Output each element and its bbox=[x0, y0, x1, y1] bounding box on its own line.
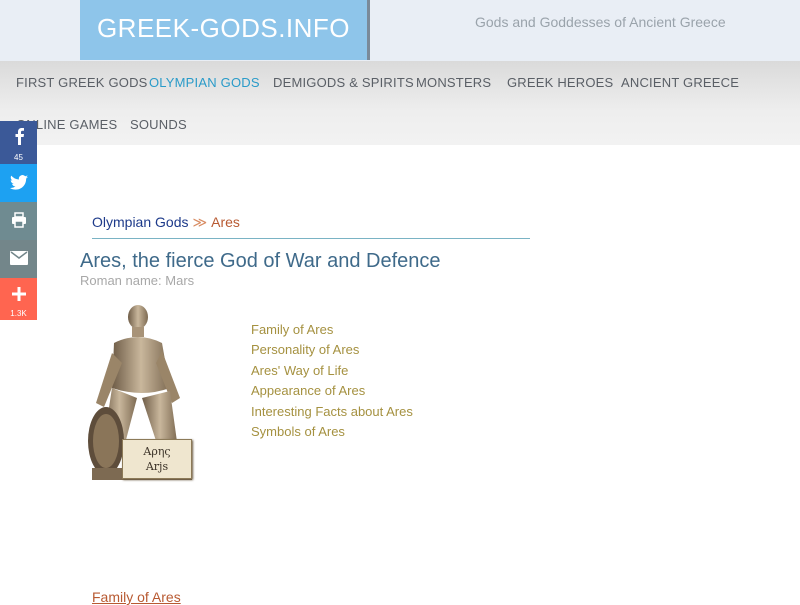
main-nav: FIRST GREEK GODS OLYMPIAN GODS DEMIGODS … bbox=[0, 61, 800, 145]
printer-icon bbox=[0, 212, 37, 233]
print-button[interactable] bbox=[0, 202, 37, 240]
page-title: Ares, the fierce God of War and Defence bbox=[80, 250, 441, 272]
statue-inscription-greek: Αρης bbox=[143, 445, 171, 458]
ares-statue-image: Αρης Arjs bbox=[82, 303, 200, 483]
site-logo[interactable]: GREEK-GODS.INFO bbox=[80, 0, 370, 60]
nav-item-greek-heroes[interactable]: GREEK HEROES bbox=[507, 75, 613, 90]
facebook-share-count: 45 bbox=[14, 153, 23, 162]
statue-inscription-latin: Arjs bbox=[145, 460, 169, 473]
section-heading-family[interactable]: Family of Ares bbox=[92, 589, 181, 605]
nav-item-monsters[interactable]: MONSTERS bbox=[416, 75, 491, 90]
nav-item-first-greek-gods[interactable]: FIRST GREEK GODS bbox=[16, 75, 148, 90]
nav-item-olympian-gods[interactable]: OLYMPIAN GODS bbox=[149, 75, 260, 90]
nav-item-demigods-spirits[interactable]: DEMIGODS & SPIRITS bbox=[273, 75, 414, 90]
breadcrumb-olympian-gods[interactable]: Olympian Gods bbox=[92, 214, 188, 230]
breadcrumb: Olympian Gods ≫ Ares bbox=[92, 214, 530, 239]
facebook-icon bbox=[0, 127, 37, 150]
site-tagline: Gods and Goddesses of Ancient Greece bbox=[475, 14, 726, 30]
toc-link-personality[interactable]: Personality of Ares bbox=[251, 340, 413, 360]
toc-link-interesting-facts[interactable]: Interesting Facts about Ares bbox=[251, 402, 413, 422]
roman-name: Roman name: Mars bbox=[80, 273, 195, 288]
statue-inscription-plaque: Αρης Arjs bbox=[122, 439, 192, 479]
breadcrumb-current: Ares bbox=[211, 214, 240, 230]
toc-link-way-of-life[interactable]: Ares' Way of Life bbox=[251, 361, 413, 381]
toc-link-family[interactable]: Family of Ares bbox=[251, 320, 413, 340]
breadcrumb-separator: ≫ bbox=[192, 214, 208, 230]
total-share-count: 1.3K bbox=[10, 309, 27, 318]
plus-icon bbox=[0, 287, 37, 306]
nav-item-sounds[interactable]: SOUNDS bbox=[130, 117, 187, 132]
table-of-contents: Family of Ares Personality of Ares Ares'… bbox=[251, 320, 413, 442]
twitter-icon bbox=[0, 175, 37, 195]
nav-item-ancient-greece[interactable]: ANCIENT GREECE bbox=[621, 75, 739, 90]
facebook-share-button[interactable]: 45 bbox=[0, 121, 37, 164]
email-share-button[interactable] bbox=[0, 240, 37, 278]
twitter-share-button[interactable] bbox=[0, 164, 37, 202]
site-header: GREEK-GODS.INFO Gods and Goddesses of An… bbox=[0, 0, 800, 61]
toc-link-symbols[interactable]: Symbols of Ares bbox=[251, 422, 413, 442]
more-share-button[interactable]: 1.3K bbox=[0, 278, 37, 320]
toc-link-appearance[interactable]: Appearance of Ares bbox=[251, 381, 413, 401]
envelope-icon bbox=[0, 251, 37, 270]
